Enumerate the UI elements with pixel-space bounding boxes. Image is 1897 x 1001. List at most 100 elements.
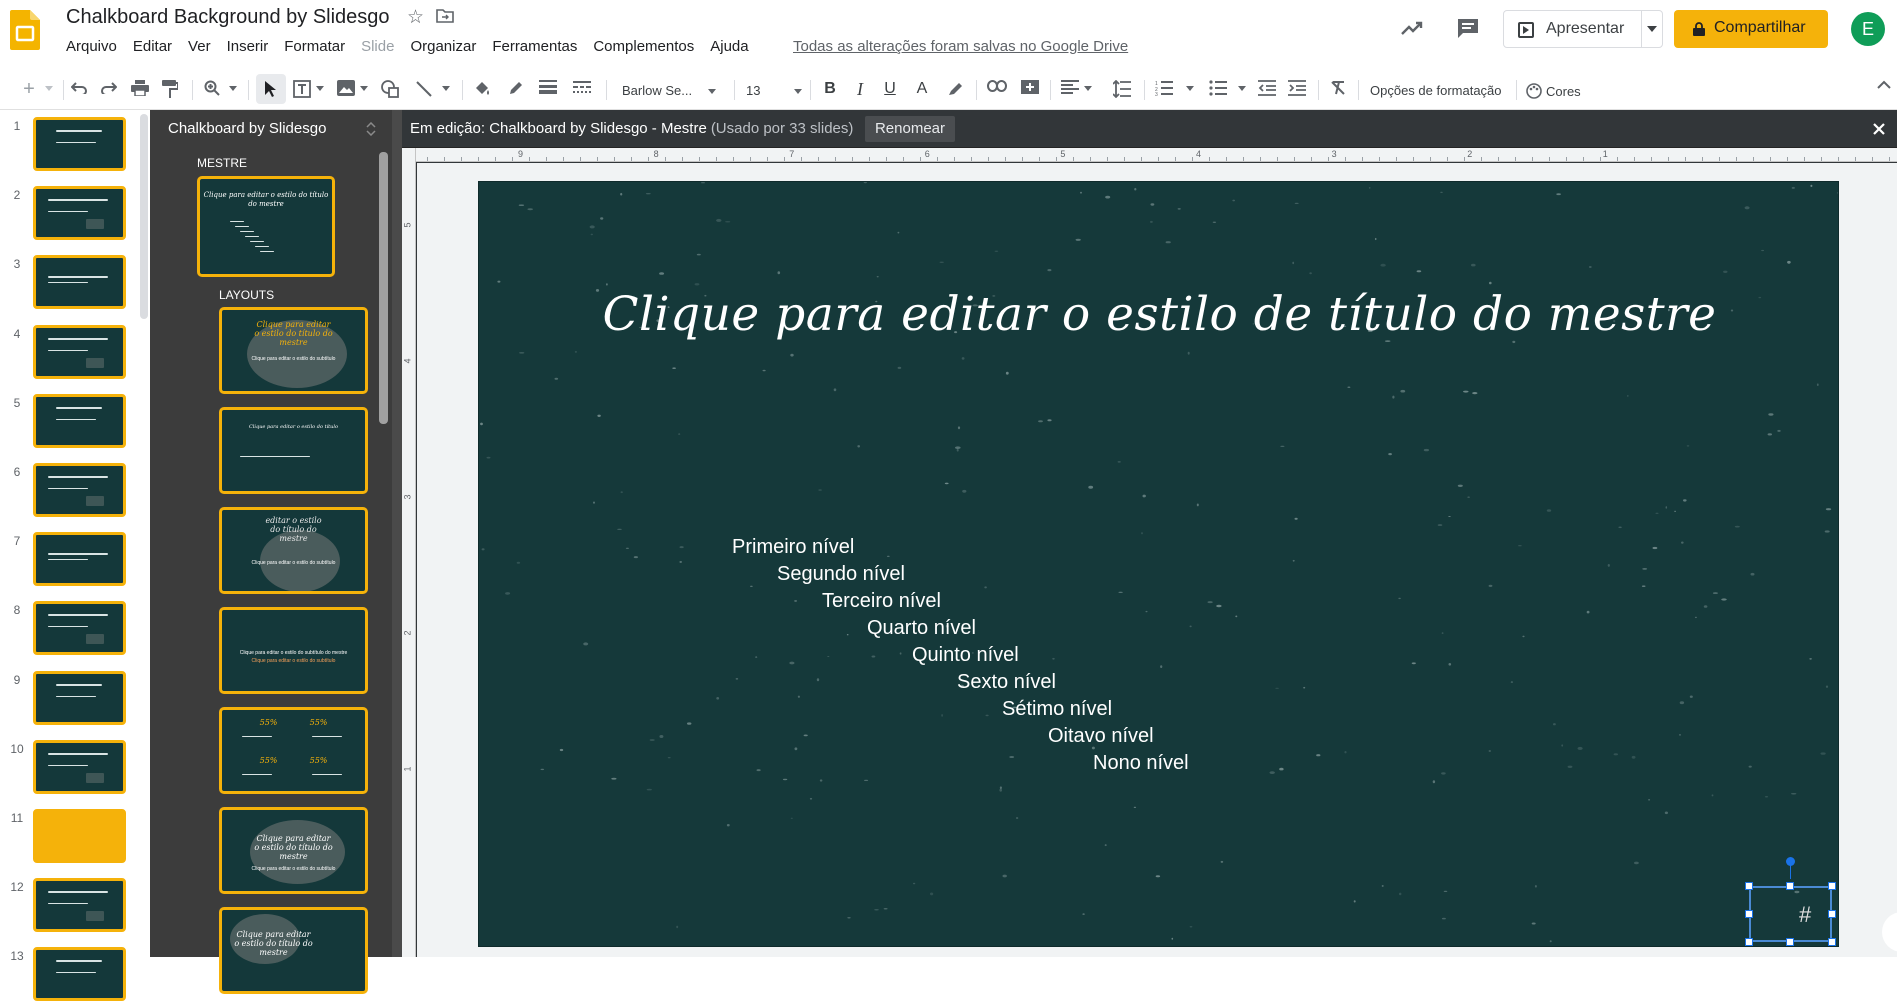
numbered-list-icon[interactable]: 123 <box>1152 76 1176 102</box>
master-slide[interactable]: Clique para editar o estilo de título do… <box>478 181 1839 947</box>
line-dropdown-icon[interactable] <box>440 76 452 102</box>
body-level-9[interactable]: Nono nível <box>1093 752 1189 775</box>
bulleted-list-dropdown-icon[interactable] <box>1236 76 1248 102</box>
layout-thumbnail[interactable]: Clique para editar o estilo do título do m… <box>219 307 368 394</box>
body-level-7[interactable]: Sétimo nível <box>1002 698 1112 721</box>
insert-image-icon[interactable] <box>334 76 358 102</box>
line-spacing-icon[interactable] <box>1110 76 1134 102</box>
body-level-1[interactable]: Primeiro nível <box>732 536 854 559</box>
star-icon[interactable]: ☆ <box>407 6 424 29</box>
layout-thumbnail[interactable]: Clique para editar o estilo do título do m… <box>219 907 368 994</box>
present-button[interactable]: Apresentar <box>1503 10 1663 48</box>
shape-icon[interactable] <box>378 76 402 102</box>
resize-handle[interactable] <box>1786 882 1794 890</box>
slide-thumbnail[interactable] <box>33 947 126 1001</box>
body-level-6[interactable]: Sexto nível <box>957 671 1056 694</box>
paint-format-icon[interactable] <box>159 76 181 102</box>
theme-sort-icon[interactable] <box>366 122 376 136</box>
bulleted-list-icon[interactable] <box>1206 76 1230 102</box>
new-slide-icon[interactable]: + <box>18 76 40 102</box>
menu-formatar[interactable]: Formatar <box>276 38 353 55</box>
slide-thumbnail[interactable] <box>33 393 126 448</box>
slide-number-text[interactable]: # <box>1799 902 1811 928</box>
resize-handle[interactable] <box>1828 938 1836 946</box>
menu-slide[interactable]: Slide <box>353 38 402 55</box>
activity-dashboard-icon[interactable] <box>1400 18 1424 38</box>
border-weight-icon[interactable] <box>536 76 560 102</box>
body-level-3[interactable]: Terceiro nível <box>822 590 941 613</box>
border-dash-icon[interactable] <box>570 76 594 102</box>
menu-ajuda[interactable]: Ajuda <box>702 38 756 55</box>
layouts-scrollbar[interactable] <box>379 152 388 424</box>
menu-organizar[interactable]: Organizar <box>402 38 484 55</box>
slide-thumbnail[interactable] <box>33 324 126 379</box>
account-avatar[interactable]: E <box>1851 12 1885 46</box>
master-thumbnail[interactable]: Clique para editar o estilo do título do… <box>197 176 335 277</box>
menu-editar[interactable]: Editar <box>125 38 180 55</box>
slide-thumbnail[interactable] <box>33 186 126 241</box>
move-to-folder-icon[interactable] <box>436 9 454 23</box>
rotate-handle[interactable] <box>1786 857 1795 866</box>
bold-icon[interactable]: B <box>818 76 842 102</box>
undo-icon[interactable] <box>68 76 90 102</box>
layout-thumbnail[interactable]: Clique para editar o estilo do título <box>219 407 368 494</box>
menu-ferramentas[interactable]: Ferramentas <box>484 38 585 55</box>
slide-thumbnail[interactable] <box>33 809 126 863</box>
insert-comment-icon[interactable] <box>1018 76 1042 102</box>
resize-handle[interactable] <box>1786 938 1794 946</box>
text-box-dropdown-icon[interactable] <box>314 76 326 102</box>
menu-complementos[interactable]: Complementos <box>585 38 702 55</box>
resize-handle[interactable] <box>1828 882 1836 890</box>
redo-icon[interactable] <box>98 76 120 102</box>
slide-thumbnail[interactable] <box>33 601 126 656</box>
zoom-dropdown-icon[interactable] <box>226 76 240 102</box>
slide-thumbnail[interactable] <box>33 878 126 933</box>
slide-number-placeholder[interactable] <box>1749 886 1832 942</box>
share-button[interactable]: Compartilhar <box>1674 10 1828 48</box>
slide-thumbnail[interactable] <box>33 117 126 171</box>
font-family-select[interactable]: Barlow Se... <box>622 83 716 98</box>
insert-link-icon[interactable] <box>984 76 1010 102</box>
resize-handle[interactable] <box>1745 938 1753 946</box>
slide-thumbnail[interactable] <box>33 532 126 587</box>
clear-formatting-icon[interactable] <box>1326 76 1350 102</box>
horizontal-ruler[interactable]: 9 8 7 6 5 4 3 2 1 <box>410 148 1897 162</box>
underline-icon[interactable]: U <box>878 76 902 102</box>
slide-thumbnail[interactable] <box>33 670 126 725</box>
align-icon[interactable] <box>1058 76 1082 102</box>
collapse-toolbar-icon[interactable] <box>1874 76 1894 102</box>
new-slide-dropdown-icon[interactable] <box>42 76 56 102</box>
align-dropdown-icon[interactable] <box>1082 76 1094 102</box>
select-tool-button[interactable] <box>256 74 286 104</box>
text-color-icon[interactable]: A <box>910 76 934 102</box>
document-title[interactable]: Chalkboard Background by Slidesgo <box>66 6 390 29</box>
decrease-indent-icon[interactable] <box>1255 76 1279 102</box>
slide-thumbnail[interactable] <box>33 255 126 310</box>
layout-thumbnail[interactable]: Clique para editar o estilo do título do m… <box>219 807 368 894</box>
body-level-8[interactable]: Oitavo nível <box>1048 725 1154 748</box>
panel-resize-handle[interactable] <box>392 110 402 957</box>
present-dropdown-icon[interactable] <box>1647 26 1657 32</box>
body-level-2[interactable]: Segundo nível <box>777 563 905 586</box>
font-size-select[interactable]: 13 <box>746 83 803 98</box>
menu-arquivo[interactable]: Arquivo <box>58 38 125 55</box>
fill-color-icon[interactable] <box>470 76 494 102</box>
zoom-icon[interactable] <box>200 76 224 102</box>
comments-icon[interactable] <box>1456 17 1480 39</box>
title-placeholder[interactable]: Clique para editar o estilo de título do… <box>479 287 1838 342</box>
resize-handle[interactable] <box>1745 882 1753 890</box>
print-icon[interactable] <box>129 76 151 102</box>
resize-handle[interactable] <box>1745 910 1753 918</box>
save-status-link[interactable]: Todas as alterações foram salvas no Goog… <box>793 38 1128 55</box>
layout-thumbnail[interactable]: Clique para editar o estilo do subtítulo… <box>219 607 368 694</box>
layout-thumbnail[interactable]: editar o estilo do título do mestre Clique… <box>219 507 368 594</box>
rename-button[interactable]: Renomear <box>865 116 955 142</box>
colors-button[interactable]: Cores <box>1526 83 1581 99</box>
increase-indent-icon[interactable] <box>1285 76 1309 102</box>
border-color-icon[interactable] <box>504 76 528 102</box>
slides-logo-icon[interactable] <box>10 10 40 50</box>
body-level-5[interactable]: Quinto nível <box>912 644 1019 667</box>
slide-thumbnail[interactable] <box>33 463 126 517</box>
image-dropdown-icon[interactable] <box>358 76 370 102</box>
line-icon[interactable] <box>412 76 436 102</box>
